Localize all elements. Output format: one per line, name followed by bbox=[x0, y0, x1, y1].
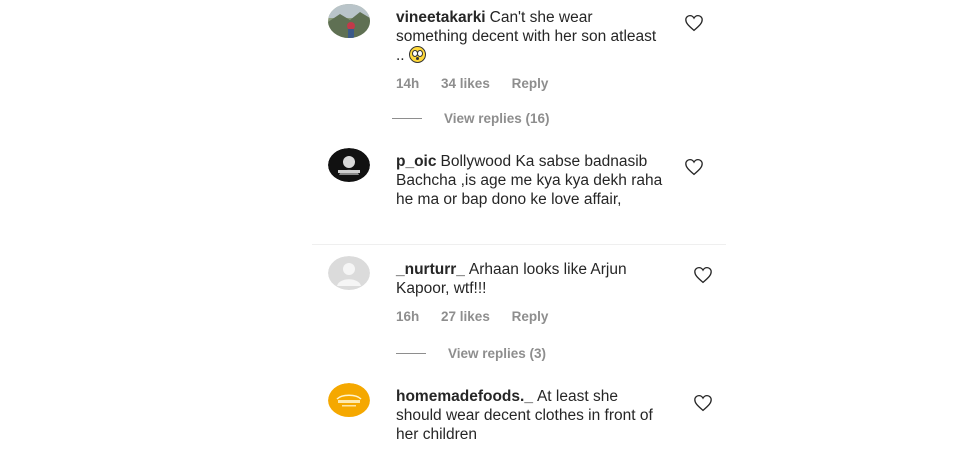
comment-likes[interactable]: 27 likes bbox=[441, 309, 490, 324]
comment-text: p_oic Bollywood Ka sabse badnasib Bachcha… bbox=[396, 152, 666, 209]
comment-username[interactable]: _nurturr_ bbox=[396, 261, 465, 278]
rolling-eyes-emoji-icon bbox=[408, 46, 426, 63]
reply-button[interactable]: Reply bbox=[512, 309, 549, 324]
comment-text: homemadefoods._ At least she should wear … bbox=[396, 387, 658, 444]
like-heart-icon[interactable] bbox=[684, 14, 704, 32]
avatar-placeholder[interactable] bbox=[328, 256, 370, 290]
avatar[interactable] bbox=[328, 148, 370, 182]
view-replies-button[interactable]: View replies (16) bbox=[392, 111, 550, 126]
reply-button[interactable]: Reply bbox=[512, 76, 549, 91]
comment-text: _nurturr_ Arhaan looks like Arjun Kapoor,… bbox=[396, 260, 658, 298]
view-replies-button[interactable]: View replies (3) bbox=[396, 346, 546, 361]
view-replies-label[interactable]: View replies (3) bbox=[448, 346, 546, 361]
like-heart-icon[interactable] bbox=[693, 266, 713, 284]
replies-divider-line bbox=[392, 118, 422, 119]
replies-divider-line bbox=[396, 353, 426, 354]
avatar[interactable] bbox=[328, 4, 370, 38]
comment-username[interactable]: homemadefoods._ bbox=[396, 388, 533, 405]
comment-time: 16h bbox=[396, 309, 420, 324]
comment-likes[interactable]: 34 likes bbox=[441, 76, 490, 91]
like-heart-icon[interactable] bbox=[684, 158, 704, 176]
comment-username[interactable]: p_oic bbox=[396, 153, 436, 170]
comment-meta: 16h 27 likes Reply bbox=[396, 309, 566, 324]
comment-text: vineetakarki Can't she wear something dec… bbox=[396, 8, 666, 65]
comment-username[interactable]: vineetakarki bbox=[396, 9, 486, 26]
view-replies-label[interactable]: View replies (16) bbox=[444, 111, 550, 126]
comment-divider bbox=[312, 244, 726, 245]
comment-meta: 14h 34 likes Reply bbox=[396, 76, 566, 91]
avatar[interactable] bbox=[328, 383, 370, 417]
like-heart-icon[interactable] bbox=[693, 394, 713, 412]
comment-time: 14h bbox=[396, 76, 420, 91]
